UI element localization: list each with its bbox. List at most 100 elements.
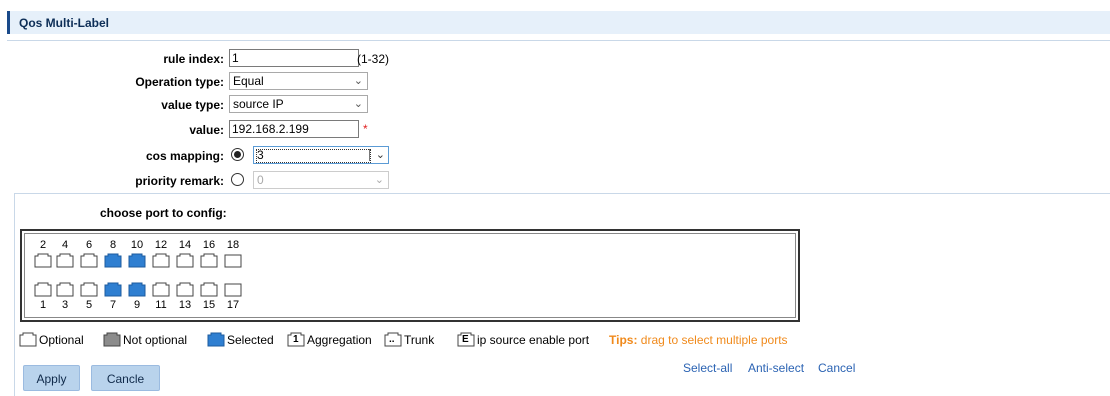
port-15[interactable] — [200, 282, 218, 297]
operation-type-row: Operation type: Equal ⌄ — [0, 72, 600, 92]
port-8[interactable] — [104, 253, 122, 268]
port-14[interactable] — [176, 253, 194, 268]
page-title: Qos Multi-Label — [19, 16, 109, 30]
aggregation-glyph: 1 — [293, 334, 299, 345]
port-4[interactable] — [56, 253, 74, 268]
port-number-10: 10 — [130, 239, 144, 251]
value-label: value: — [189, 123, 224, 137]
value-type-select[interactable]: source IP ⌄ — [229, 95, 368, 113]
ethernet-port-icon — [152, 253, 170, 268]
ethernet-port-icon — [104, 253, 122, 268]
chevron-down-icon: ⌄ — [375, 149, 385, 161]
port-number-2: 2 — [39, 239, 47, 251]
focus-outline — [256, 149, 371, 163]
cancle-button[interactable]: Cancle — [91, 365, 160, 391]
anti-select-link[interactable]: Anti-select — [748, 361, 804, 375]
ethernet-port-icon — [56, 282, 74, 297]
ethernet-port-icon — [34, 282, 52, 297]
port-17[interactable] — [224, 282, 242, 297]
cos-mapping-label: cos mapping: — [145, 149, 224, 163]
port-number-9: 9 — [133, 299, 141, 311]
rule-index-range-hint: (1-32) — [357, 52, 390, 66]
value-type-value: source IP — [233, 97, 284, 111]
tips-label: Tips: — [609, 333, 638, 347]
apply-button[interactable]: Apply — [23, 365, 80, 391]
port-5[interactable] — [80, 282, 98, 297]
value-type-row: value type: source IP ⌄ — [0, 95, 600, 115]
port-number-17: 17 — [226, 299, 240, 311]
cancel-link[interactable]: Cancel — [818, 361, 855, 375]
port-selected-icon — [207, 332, 225, 347]
select-all-link[interactable]: Select-all — [683, 361, 732, 375]
tips-body: drag to select multiple ports — [637, 333, 788, 347]
port-13[interactable] — [176, 282, 194, 297]
cos-mapping-select[interactable]: 3 ⌄ — [253, 146, 389, 164]
required-mark: * — [363, 122, 368, 136]
port-1[interactable] — [34, 282, 52, 297]
operation-type-select[interactable]: Equal ⌄ — [229, 72, 368, 90]
ethernet-port-icon — [80, 253, 98, 268]
cos-mapping-radio[interactable] — [231, 148, 244, 161]
port-number-7: 7 — [109, 299, 117, 311]
ethernet-port-icon — [200, 282, 218, 297]
value-type-label: value type: — [161, 98, 224, 112]
select-divider — [369, 149, 370, 161]
ethernet-port-icon — [56, 253, 74, 268]
port-9[interactable] — [128, 282, 146, 297]
rule-index-input[interactable]: 1 — [229, 49, 359, 67]
operation-type-value: Equal — [233, 74, 264, 88]
port-number-3: 3 — [61, 299, 69, 311]
port-number-6: 6 — [85, 239, 93, 251]
port-optional-icon — [19, 332, 37, 347]
port-grid[interactable]: 2 4 6 8 10 12 14 16 18 1 3 5 7 9 11 13 15 17 — [20, 229, 800, 322]
priority-remark-radio[interactable] — [231, 173, 244, 186]
port-3[interactable] — [56, 282, 74, 297]
port-18[interactable] — [224, 253, 242, 268]
value-row: value: 192.168.2.199 * — [0, 120, 600, 140]
ethernet-port-icon — [104, 282, 122, 297]
port-number-1: 1 — [39, 299, 47, 311]
port-grid-inner: 2 4 6 8 10 12 14 16 18 1 3 5 7 9 11 13 15 17 — [24, 233, 796, 318]
fiber-port-icon — [224, 283, 242, 297]
port-10[interactable] — [128, 253, 146, 268]
ethernet-port-icon — [176, 282, 194, 297]
rule-index-label: rule index: — [163, 52, 224, 66]
cos-mapping-row: cos mapping: 3 ⌄ — [0, 146, 600, 166]
port-12[interactable] — [152, 253, 170, 268]
priority-remark-row: priority remark: 0 ⌄ — [0, 171, 600, 191]
priority-remark-select[interactable]: 0 ⌄ — [253, 171, 389, 189]
value-input[interactable]: 192.168.2.199 — [229, 120, 359, 138]
choose-port-title: choose port to config: — [100, 206, 227, 220]
port-not-optional-icon — [103, 332, 121, 347]
ethernet-port-icon — [200, 253, 218, 268]
header-divider — [7, 40, 1110, 41]
ethernet-port-icon — [176, 253, 194, 268]
ip-source-glyph: E — [462, 334, 469, 345]
cos-mapping-value: 3 — [257, 148, 264, 162]
port-number-16: 16 — [202, 239, 216, 251]
port-number-12: 12 — [154, 239, 168, 251]
ethernet-port-icon — [34, 253, 52, 268]
chevron-down-icon: ⌄ — [374, 174, 384, 186]
header-accent-bar — [7, 11, 10, 34]
trunk-glyph: .. — [389, 334, 395, 345]
chevron-down-icon: ⌄ — [353, 75, 363, 87]
port-7[interactable] — [104, 282, 122, 297]
port-6[interactable] — [80, 253, 98, 268]
priority-remark-value: 0 — [257, 173, 264, 187]
port-number-8: 8 — [109, 239, 117, 251]
port-11[interactable] — [152, 282, 170, 297]
operation-type-label: Operation type: — [135, 75, 224, 89]
ethernet-port-icon — [128, 282, 146, 297]
port-number-15: 15 — [202, 299, 216, 311]
ethernet-port-icon — [80, 282, 98, 297]
port-16[interactable] — [200, 253, 218, 268]
port-2[interactable] — [34, 253, 52, 268]
page-header: Qos Multi-Label — [7, 11, 1110, 34]
ethernet-port-icon — [152, 282, 170, 297]
port-number-4: 4 — [61, 239, 69, 251]
port-number-13: 13 — [178, 299, 192, 311]
port-number-11: 11 — [155, 299, 167, 311]
ethernet-port-icon — [128, 253, 146, 268]
tips-text: Tips: drag to select multiple ports — [609, 333, 788, 347]
